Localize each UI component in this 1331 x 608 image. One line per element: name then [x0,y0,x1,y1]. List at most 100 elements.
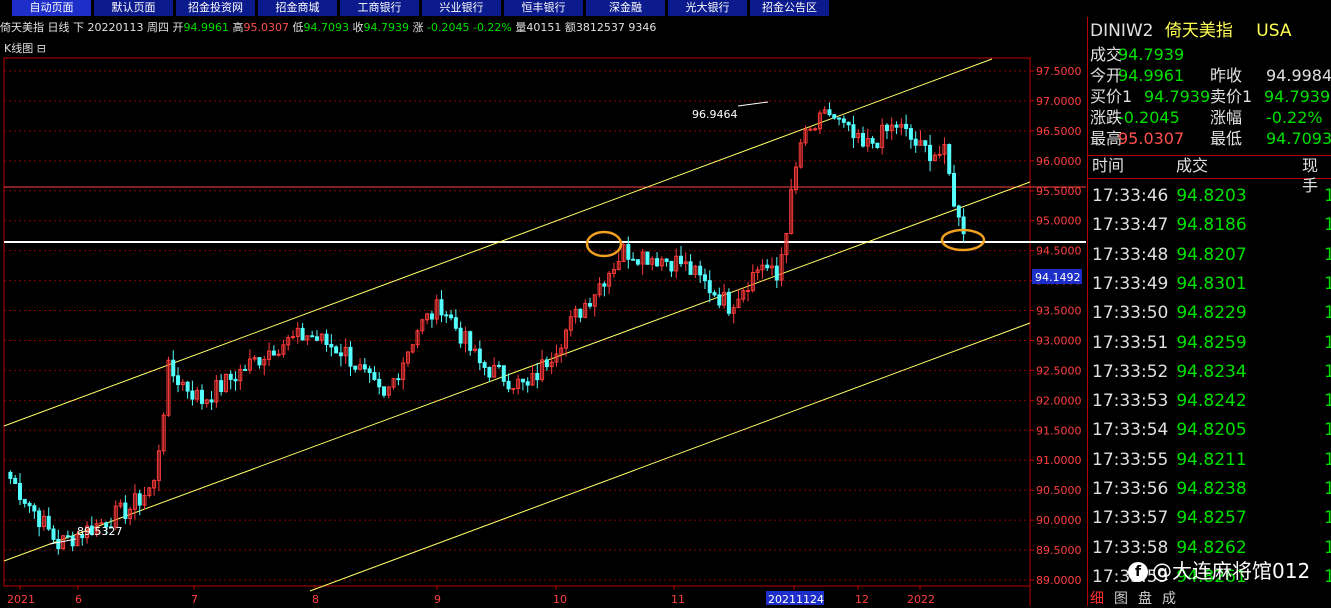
candle-body [631,258,636,261]
candle-body [377,378,382,388]
tick-price: 94.8234 [1176,361,1247,382]
candle-body [372,372,377,380]
quote-label: 涨幅 [1210,108,1243,127]
tab-6[interactable]: 恒丰银行 [504,0,584,16]
panel-bottom-tabs[interactable]: 细图盘成 [1090,588,1186,608]
candle-body [233,378,238,382]
tick-price: 94.8301 [1176,273,1247,294]
tick-row[interactable]: 17:33:47 94.8186 1 [1092,215,1331,235]
candle-body [841,118,846,123]
candle-body [276,353,281,356]
tab-2[interactable]: 招金投资网 [176,0,256,16]
candle-body [947,144,952,174]
tab-8[interactable]: 光大银行 [668,0,748,16]
candle-body [51,528,56,540]
candle-body [396,378,401,381]
candle-body [367,368,372,374]
tick-time: 17:33:52 [1092,361,1169,382]
candle-body [832,114,837,119]
channel-middle [3,181,1031,562]
candle-body [17,483,22,500]
quote-value: -0.22% [1266,108,1323,127]
panel-name: 倚天美指 [1164,21,1233,41]
tick-row[interactable]: 17:33:51 94.8259 1 [1092,333,1331,353]
candle-body [870,138,875,144]
candle-body [99,522,104,525]
tick-row[interactable]: 17:33:55 94.8211 1 [1092,450,1331,470]
candle-body [300,327,305,341]
candle-body [65,535,70,538]
y-tick-label: 97.0000 [1036,95,1082,108]
candle-body [468,331,473,351]
tick-time: 17:33:53 [1092,391,1169,412]
panel-tab-2[interactable]: 盘 [1138,591,1152,607]
panel-header: DINIW2 倚天美指 USA [1090,21,1291,42]
highlight-circle [585,230,623,258]
quote-value: -0.2045 [1118,108,1180,127]
candlestick-chart[interactable]: 97.500097.000096.500096.000095.500095.00… [0,56,1086,606]
tick-row[interactable]: 17:33:56 94.8238 1 [1092,479,1331,499]
candle-body [707,280,712,294]
candle-body [717,294,722,306]
candle-body [32,505,37,512]
candle-body [314,336,319,341]
y-tick-label: 91.5000 [1036,424,1082,437]
panel-tab-3[interactable]: 成 [1162,591,1176,607]
candle-body [535,372,540,381]
candle-body [8,471,13,479]
y-tick-label: 95.0000 [1036,215,1082,228]
candle-body [726,291,731,314]
tab-7[interactable]: 深金融 [586,0,666,16]
tick-row[interactable]: 17:33:54 94.8205 1 [1092,420,1331,441]
tab-4[interactable]: 工商银行 [340,0,420,16]
candle-body [525,381,530,386]
kline-title[interactable]: K线图 ⊟ [4,40,46,56]
y-tick-label: 96.0000 [1036,155,1082,168]
tick-time: 17:33:54 [1092,420,1169,441]
tick-row[interactable]: 17:33:49 94.8301 1 [1092,273,1331,294]
tick-row[interactable]: 17:33:46 94.8203 1 [1092,186,1331,206]
panel-tab-1[interactable]: 图 [1114,591,1128,607]
tick-time: 17:33:57 [1092,508,1169,529]
candle-body [578,308,583,318]
tick-price: 94.8203 [1176,186,1247,206]
candle-body [765,264,770,269]
tick-row[interactable]: 17:33:57 94.8257 1 [1092,508,1331,529]
tab-5[interactable]: 兴业银行 [422,0,502,16]
candle-body [22,498,27,504]
bar-volume: 量40151 [515,21,562,34]
bar-low: 94.7093 [303,21,350,34]
bar-change-pct: -0.22% [472,21,512,34]
candle-body [827,109,832,116]
candle-body [774,265,779,281]
tab-0[interactable]: 自动页面 [12,0,92,16]
tab-9[interactable]: 招金公告区 [750,0,830,16]
candle-body [137,493,142,506]
candle-body [444,314,449,317]
tab-3[interactable]: 招金商城 [258,0,338,16]
quote-value: 94.9961 [1118,66,1185,85]
price-marker-label: 94.1492 [1035,271,1081,284]
quote-label: 昨收 [1210,66,1243,85]
tick-row[interactable]: 17:33:50 94.8229 1 [1092,303,1331,323]
tick-row[interactable]: 17:33:53 94.8242 1 [1092,391,1331,412]
tick-row[interactable]: 17:33:48 94.8207 1 [1092,245,1331,265]
candle-body [956,205,961,218]
y-tick-label: 90.5000 [1036,484,1082,497]
tick-volume: 1 [1324,215,1331,236]
tick-row[interactable]: 17:33:52 94.8234 1 [1092,361,1331,382]
panel-tab-0[interactable]: 细 [1090,591,1104,607]
candle-body [185,381,190,392]
bar-amount: 额3812537 9346 [564,21,657,34]
candle-body [123,502,128,519]
candle-body [482,362,487,368]
tick-list-header: 时间 成交 现手 [1088,155,1331,195]
plot-frame [3,57,1031,587]
tab-1[interactable]: 默认页面 [94,0,174,16]
x-tick-label: 2022 [907,593,935,606]
tick-volume: 1 [1324,303,1331,324]
y-tick-label: 94.5000 [1036,245,1082,258]
candle-body [329,343,334,348]
x-tick-label: 9 [434,593,441,606]
bar-date: 20220113 周四 [87,21,170,34]
